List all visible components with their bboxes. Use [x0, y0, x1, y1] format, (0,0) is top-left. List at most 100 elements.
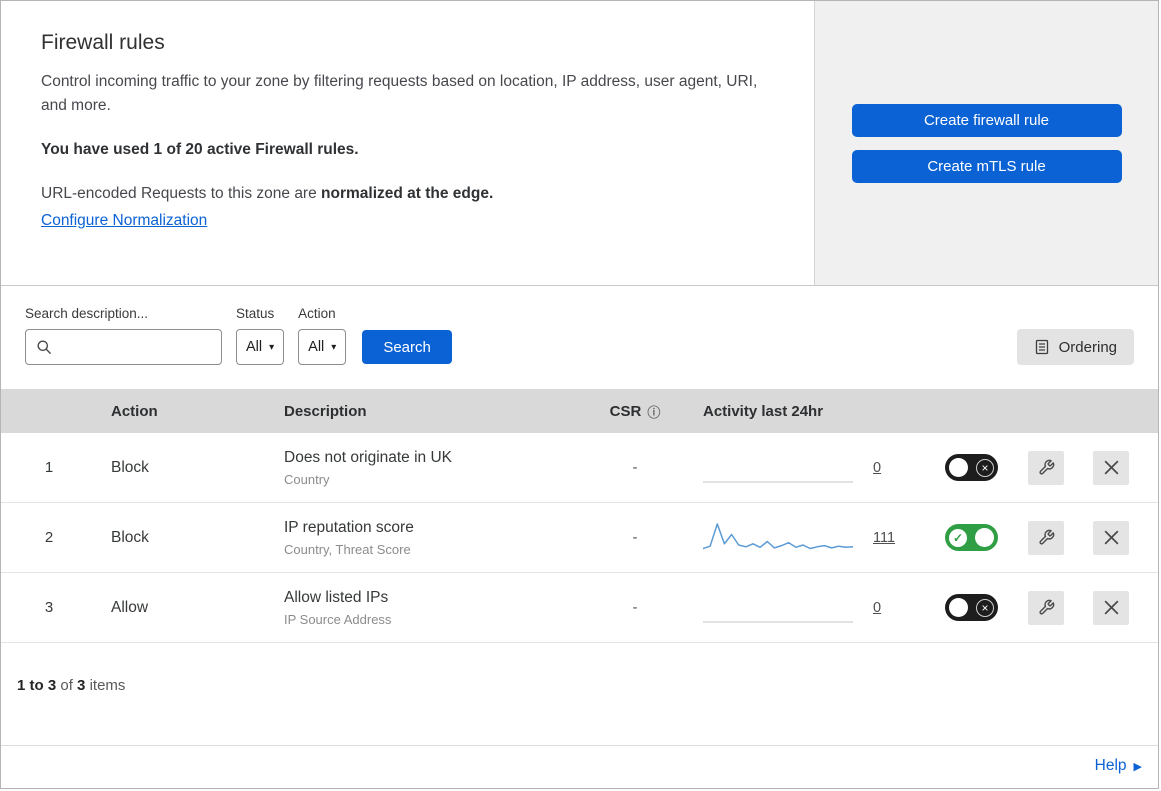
page-title: Firewall rules — [41, 31, 165, 54]
rule-edit-cell — [1018, 520, 1074, 555]
action-filter-group: Action All ▾ — [298, 306, 347, 365]
status-dropdown[interactable]: All ▾ — [236, 329, 285, 365]
toggle-knob — [949, 458, 968, 477]
search-label: Search description... — [25, 306, 149, 321]
ordering-button[interactable]: Ordering — [1016, 329, 1134, 365]
chevron-down-icon: ▾ — [331, 341, 337, 353]
summary-items: items — [89, 677, 126, 694]
rule-description-cell: Does not originate in UK Country — [270, 449, 585, 487]
rule-activity-cell: 111 — [685, 520, 925, 556]
status-dropdown-value: All — [246, 339, 263, 355]
x-icon: × — [976, 598, 994, 617]
rule-match-fields: Country, Threat Score — [284, 541, 411, 557]
header-csr: CSR ⓘ — [585, 402, 685, 421]
header-action: Action — [111, 402, 158, 420]
activity-count-link[interactable]: 0 — [873, 460, 881, 476]
arrow-right-icon: ▶ — [1133, 760, 1142, 773]
activity-count-link[interactable]: 0 — [873, 600, 881, 616]
rule-toggle-cell: × — [925, 454, 1018, 481]
table-row: 3 Allow Allow listed IPs IP Source Addre… — [1, 573, 1158, 643]
rule-action: Block — [111, 458, 149, 476]
header-csr-label: CSR — [609, 402, 642, 420]
table-row: 1 Block Does not originate in UK Country… — [1, 433, 1158, 503]
check-icon: ✓ — [949, 528, 967, 547]
header-description: Description — [284, 402, 367, 420]
rule-action: Allow — [111, 598, 149, 616]
rule-delete-cell — [1074, 450, 1148, 485]
edit-rule-button[interactable] — [1028, 450, 1064, 485]
wrench-icon — [1038, 599, 1054, 615]
status-label: Status — [236, 306, 275, 321]
rule-csr-value: - — [632, 529, 638, 546]
x-icon: × — [976, 458, 994, 477]
activity-sparkline-flat — [703, 620, 853, 623]
rule-description: IP reputation score — [284, 518, 414, 536]
header-text-block: Firewall rules Control incoming traffic … — [1, 1, 814, 285]
table-body: 1 Block Does not originate in UK Country… — [1, 433, 1158, 643]
action-label: Action — [298, 306, 336, 321]
help-label: Help — [1094, 757, 1127, 774]
rule-csr-value: - — [632, 599, 638, 616]
rule-activity-cell: 0 — [685, 450, 925, 486]
edit-rule-button[interactable] — [1028, 590, 1064, 625]
delete-rule-button[interactable] — [1093, 450, 1129, 485]
normalization-bold-text: normalized at the edge. — [321, 185, 494, 203]
rule-edit-cell — [1018, 590, 1074, 625]
summary-of: of — [60, 677, 73, 694]
rule-enabled-toggle[interactable]: × — [945, 594, 998, 621]
rule-delete-cell — [1074, 520, 1148, 555]
filter-bar: Search description... Status All ▾ Actio… — [1, 286, 1158, 389]
header-section: Firewall rules Control incoming traffic … — [1, 1, 1158, 286]
search-button[interactable]: Search — [362, 330, 452, 364]
usage-summary: You have used 1 of 20 active Firewall ru… — [41, 141, 359, 159]
pagination-summary: 1 to 3 of 3 items — [1, 643, 1158, 718]
status-filter-group: Status All ▾ — [236, 306, 285, 365]
actions-panel: Create firewall rule Create mTLS rule — [814, 1, 1158, 285]
rule-description: Allow listed IPs — [284, 588, 389, 606]
rule-priority: 1 — [44, 459, 54, 476]
rule-enabled-toggle[interactable]: ✓ — [945, 524, 998, 551]
configure-normalization-link[interactable]: Configure Normalization — [41, 212, 207, 229]
page-description: Control incoming traffic to your zone by… — [41, 73, 758, 115]
rule-delete-cell — [1074, 590, 1148, 625]
create-firewall-rule-button[interactable]: Create firewall rule — [851, 103, 1122, 137]
rule-priority: 3 — [44, 599, 54, 616]
search-input[interactable] — [59, 338, 211, 356]
activity-sparkline-flat — [703, 480, 853, 483]
summary-total: 3 — [77, 677, 86, 694]
rule-action: Block — [111, 528, 149, 546]
rule-description-cell: Allow listed IPs IP Source Address — [270, 589, 585, 627]
action-dropdown[interactable]: All ▾ — [298, 329, 347, 365]
rule-enabled-toggle[interactable]: × — [945, 454, 998, 481]
wrench-icon — [1038, 459, 1054, 475]
normalization-note: URL-encoded Requests to this zone are no… — [41, 185, 774, 203]
create-mtls-rule-button[interactable]: Create mTLS rule — [851, 149, 1122, 183]
toggle-knob — [975, 528, 994, 547]
delete-rule-button[interactable] — [1093, 520, 1129, 555]
header-activity: Activity last 24hr — [703, 402, 824, 420]
table-header: Action Description CSR ⓘ Activity last 2… — [1, 389, 1158, 433]
normalization-text: URL-encoded Requests to this zone are — [41, 185, 322, 203]
summary-range: 1 to 3 — [17, 677, 57, 694]
rule-description: Does not originate in UK — [284, 448, 453, 466]
table-row: 2 Block IP reputation score Country, Thr… — [1, 503, 1158, 573]
wrench-icon — [1038, 529, 1054, 545]
info-icon[interactable]: ⓘ — [647, 402, 660, 421]
close-icon — [1104, 530, 1118, 545]
activity-count-link[interactable]: 111 — [873, 530, 895, 546]
search-group: Search description... — [25, 306, 222, 365]
rule-csr-value: - — [632, 459, 638, 476]
chevron-down-icon: ▾ — [269, 341, 275, 353]
rule-edit-cell — [1018, 450, 1074, 485]
toggle-knob — [949, 598, 968, 617]
rule-activity-cell: 0 — [685, 590, 925, 626]
search-input-box[interactable] — [25, 329, 222, 365]
rule-match-fields: Country — [284, 471, 330, 487]
delete-rule-button[interactable] — [1093, 590, 1129, 625]
rule-priority: 2 — [44, 529, 54, 546]
firewall-rules-page: Firewall rules Control incoming traffic … — [0, 0, 1159, 789]
rule-toggle-cell: ✓ — [925, 524, 1018, 551]
rule-match-fields: IP Source Address — [284, 611, 392, 627]
edit-rule-button[interactable] — [1028, 520, 1064, 555]
help-link[interactable]: Help ▶ — [1095, 757, 1142, 775]
